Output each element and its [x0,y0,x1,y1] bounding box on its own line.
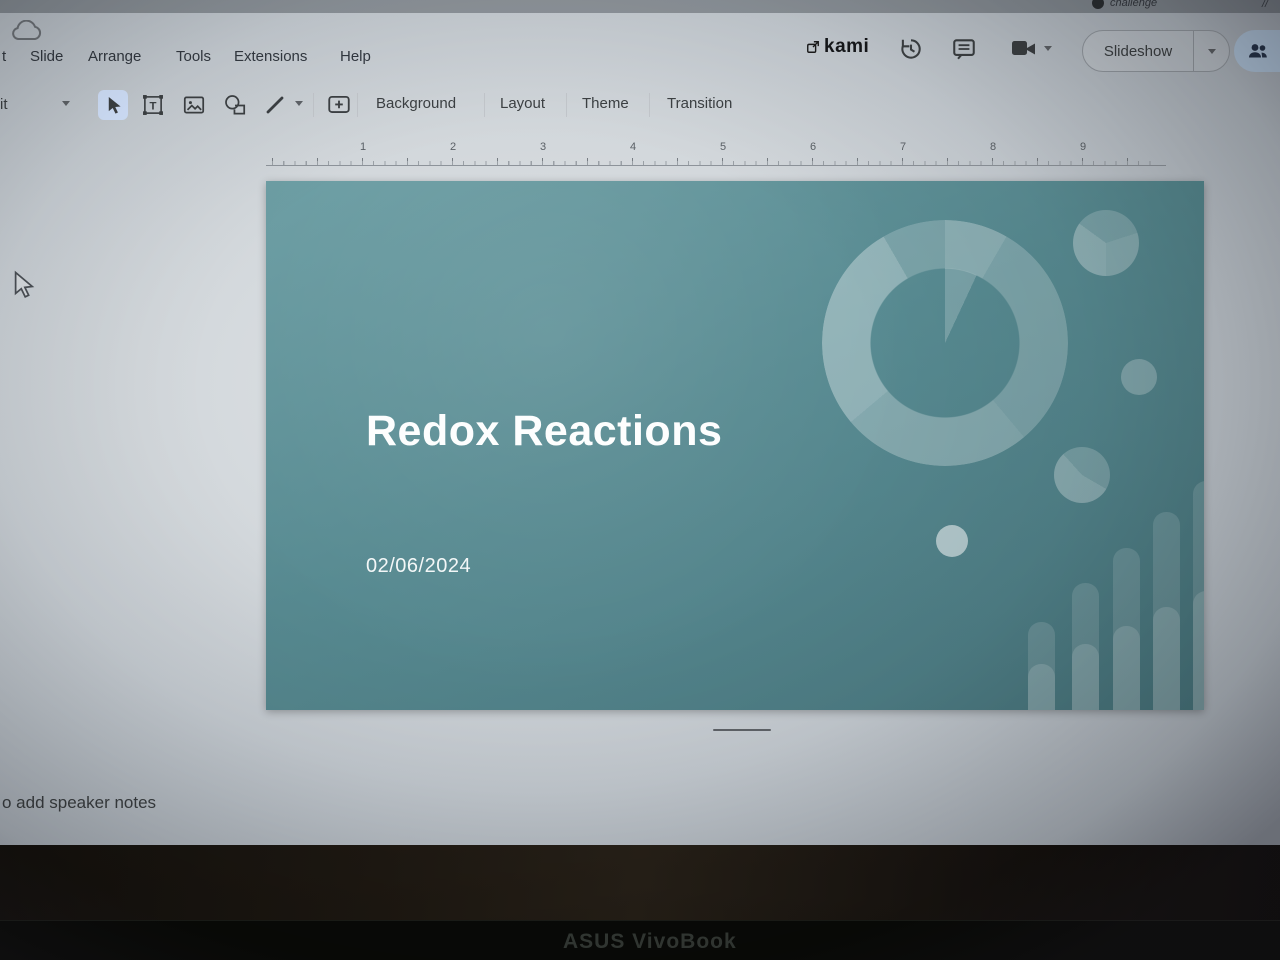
toolbar: it T Background Layout Theme Transition [0,88,1280,124]
pie-circle-decoration [1073,210,1139,276]
toolbar-divider [357,93,358,117]
insert-shape-button[interactable] [220,90,250,120]
kami-label: kami [824,36,870,57]
comment-history-icon[interactable] [951,36,977,62]
slide-canvas[interactable]: Redox Reactions 02/06/2024 [266,181,1204,710]
cutoff-browser-strip: challenge // [0,0,1280,13]
menu-tools[interactable]: Tools [176,48,211,65]
ruler-number: 3 [540,141,547,153]
laptop-screen: challenge // t Slide Arrange Tools Exten… [0,0,1280,920]
bar-decoration [1113,548,1140,710]
meet-camera-icon[interactable] [1010,36,1052,60]
menu-help[interactable]: Help [340,48,371,65]
layout-button[interactable]: Layout [500,95,545,112]
bar-decoration [1193,481,1204,710]
toolbar-divider [649,93,650,117]
ruler-number: 5 [720,141,727,153]
bar-decoration [1028,622,1055,710]
ruler-ticks [272,155,1160,165]
camera-dropdown-caret[interactable] [1044,45,1052,51]
insert-line-button[interactable] [260,90,290,120]
cutoff-site-icon [1092,0,1104,9]
horizontal-ruler: 1 2 3 4 5 6 7 8 9 [266,140,1166,166]
textbox-icon-letter: T [150,100,157,112]
drive-saved-cloud-icon [8,20,44,44]
cutoff-site-text: challenge [1110,0,1158,9]
ruler-number: 6 [810,141,817,153]
windows-taskbar: Search T [0,845,1280,920]
laptop-bezel: ASUS VivoBook [0,920,1280,960]
bar-decoration [1153,512,1180,710]
theme-button[interactable]: Theme [582,95,629,112]
ruler-number: 2 [450,141,457,153]
ruler-number: 7 [900,141,907,153]
donut-wedge-decoration [870,268,1020,418]
cutoff-corner-mark: // [1262,0,1269,10]
slide-date-textbox[interactable]: 02/06/2024 [366,555,471,578]
line-dropdown-caret[interactable] [295,101,303,106]
textbox-tool-button[interactable]: T [138,90,168,120]
insert-image-button[interactable] [179,90,209,120]
ruler-number: 4 [630,141,637,153]
kami-extension-button[interactable]: kami [806,36,869,58]
toolbar-divider [484,93,485,117]
ruler-number: 1 [360,141,367,153]
add-comment-button[interactable] [324,90,354,120]
ruler-number: 9 [1080,141,1087,153]
circle-decoration [936,525,968,557]
mouse-cursor-arrow [8,270,38,302]
slideshow-button[interactable]: Slideshow [1082,30,1230,72]
chevron-down-icon [1207,48,1216,54]
share-button[interactable] [1234,30,1280,72]
background-button[interactable]: Background [376,95,456,112]
slideshow-label: Slideshow [1103,42,1173,60]
transition-button[interactable]: Transition [667,95,732,112]
slideshow-dropdown[interactable] [1193,31,1229,71]
ruler-number: 8 [990,141,997,153]
bar-decoration [1072,583,1099,710]
toolbar-divider [566,93,567,117]
menu-slide[interactable]: Slide [30,48,63,65]
circle-decoration [1121,359,1157,395]
external-link-icon [806,40,820,54]
notes-resize-handle[interactable] [713,729,771,731]
speaker-notes-placeholder[interactable]: o add speaker notes [2,793,156,813]
version-history-icon[interactable] [898,36,924,62]
people-share-icon [1246,39,1270,63]
menu-format-partial[interactable]: t [2,48,6,65]
zoom-dropdown-caret[interactable] [62,101,70,106]
slide-title-textbox[interactable]: Redox Reactions [366,407,722,456]
select-tool-button[interactable] [98,90,128,120]
menu-arrange[interactable]: Arrange [88,48,141,65]
menu-extensions[interactable]: Extensions [234,48,307,65]
zoom-select-partial[interactable]: it [0,96,8,113]
circle-decoration [1054,447,1110,503]
laptop-brand-label: ASUS VivoBook [563,930,737,953]
toolbar-divider [313,93,314,117]
menubar: t Slide Arrange Tools Extensions Help [0,48,780,70]
